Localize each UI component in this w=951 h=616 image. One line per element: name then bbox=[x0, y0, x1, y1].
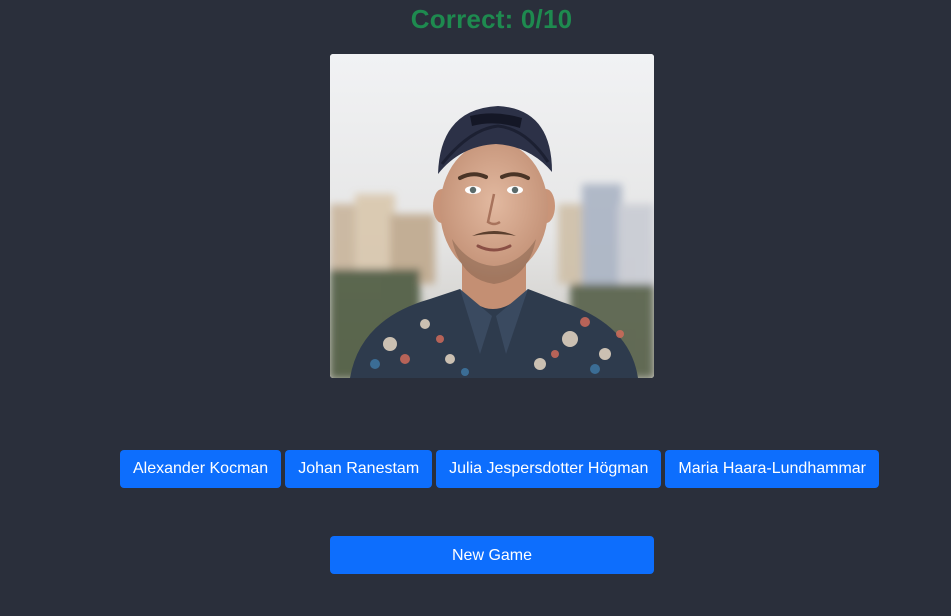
quiz-page: Correct: 0/10 Alexander Kocman Johan Ran… bbox=[0, 0, 951, 616]
score-heading: Correct: 0/10 bbox=[410, 4, 573, 34]
portrait-illustration bbox=[330, 54, 654, 378]
answer-button-julia-jespersdotter-hogman[interactable]: Julia Jespersdotter Högman bbox=[436, 450, 662, 488]
answer-button-alexander-kocman[interactable]: Alexander Kocman bbox=[120, 450, 282, 488]
answer-options: Alexander Kocman Johan Ranestam Julia Je… bbox=[120, 450, 880, 488]
portrait-photo bbox=[330, 54, 654, 378]
answer-button-maria-haara-lundhammar[interactable]: Maria Haara-Lundhammar bbox=[665, 450, 880, 488]
answer-button-johan-ranestam[interactable]: Johan Ranestam bbox=[285, 450, 433, 488]
new-game-button[interactable]: New Game bbox=[330, 536, 654, 574]
